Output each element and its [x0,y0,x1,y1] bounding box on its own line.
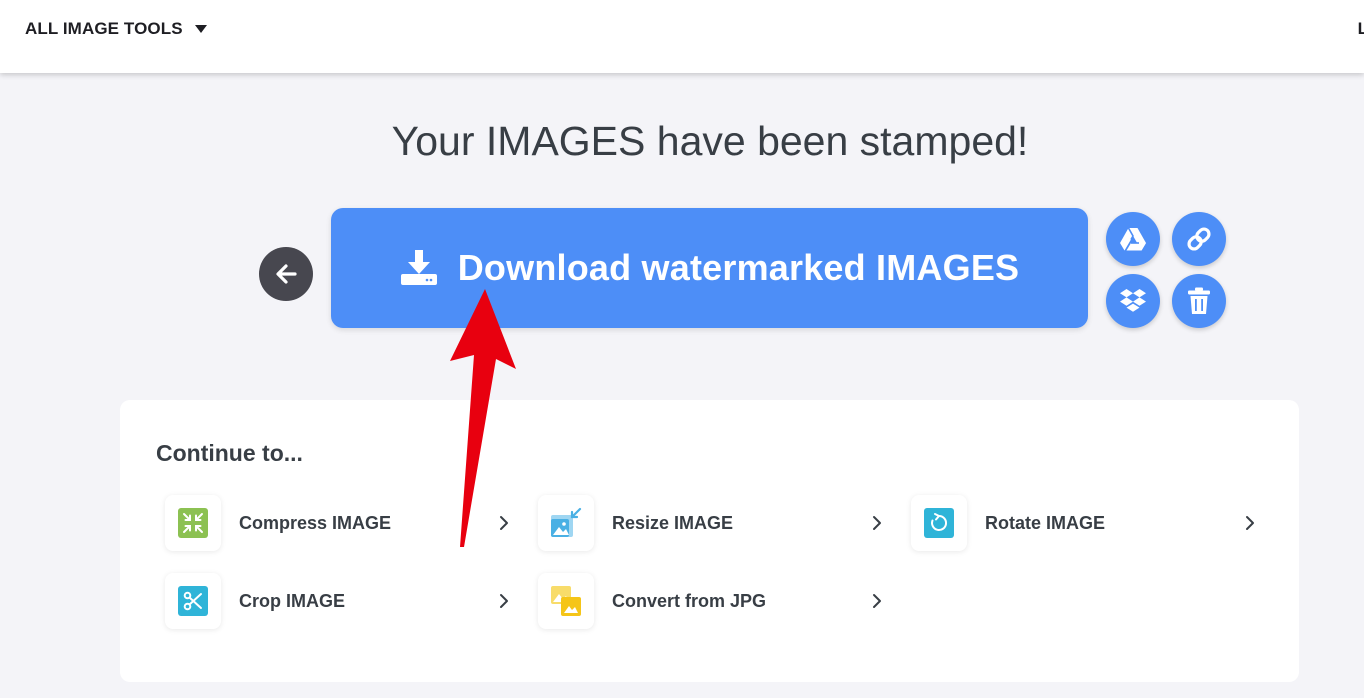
tool-tile [538,573,594,629]
chevron-right-icon [873,516,881,530]
tool-label: Crop IMAGE [239,590,345,611]
tool-convert-from-jpg[interactable]: Convert from JPG [538,571,883,631]
header-edge-text[interactable]: L [1358,19,1364,39]
rotate-icon [924,508,954,538]
chevron-right-icon [1246,516,1254,530]
continue-to-card: Continue to... Compress IMAGE Resize IMA… [120,400,1299,682]
tool-tile [911,495,967,551]
convert-icon [551,586,581,616]
chevron-right-icon [873,594,881,608]
all-image-tools-label: ALL IMAGE TOOLS [25,19,183,38]
save-to-dropbox-button[interactable] [1106,274,1160,328]
tool-tile [538,495,594,551]
page-title: Your IMAGES have been stamped! [391,118,1029,164]
tool-label: Convert from JPG [612,590,767,611]
back-button[interactable] [259,247,313,301]
tool-label: Resize IMAGE [612,512,734,533]
copy-link-button[interactable] [1172,212,1226,266]
download-button-label: Download watermarked IMAGES [457,247,1020,288]
delete-files-button[interactable] [1172,274,1226,328]
save-to-google-drive-button[interactable] [1106,212,1160,266]
tool-rotate-image[interactable]: Rotate IMAGE [911,493,1256,553]
compress-icon [178,508,208,538]
red-annotation-arrow-icon [450,289,516,547]
continue-to-title: Continue to... [156,440,303,466]
google-drive-icon [1120,227,1146,251]
download-icon [400,250,437,285]
caret-down-icon [194,25,207,33]
chevron-right-icon [500,594,508,608]
tool-label: Rotate IMAGE [985,512,1106,533]
resize-icon [551,507,582,537]
tool-tile [165,573,221,629]
arrow-left-icon [276,264,297,284]
all-image-tools-menu[interactable]: ALL IMAGE TOOLS [25,18,207,40]
tool-tile [165,495,221,551]
dropbox-icon [1120,289,1146,312]
trash-icon [1188,287,1210,314]
tool-resize-image[interactable]: Resize IMAGE [538,493,883,553]
link-icon [1187,227,1211,251]
crop-icon [178,586,208,616]
tool-crop-image[interactable]: Crop IMAGE [165,571,510,631]
top-navigation-bar: ALL IMAGE TOOLS L [0,0,1364,73]
